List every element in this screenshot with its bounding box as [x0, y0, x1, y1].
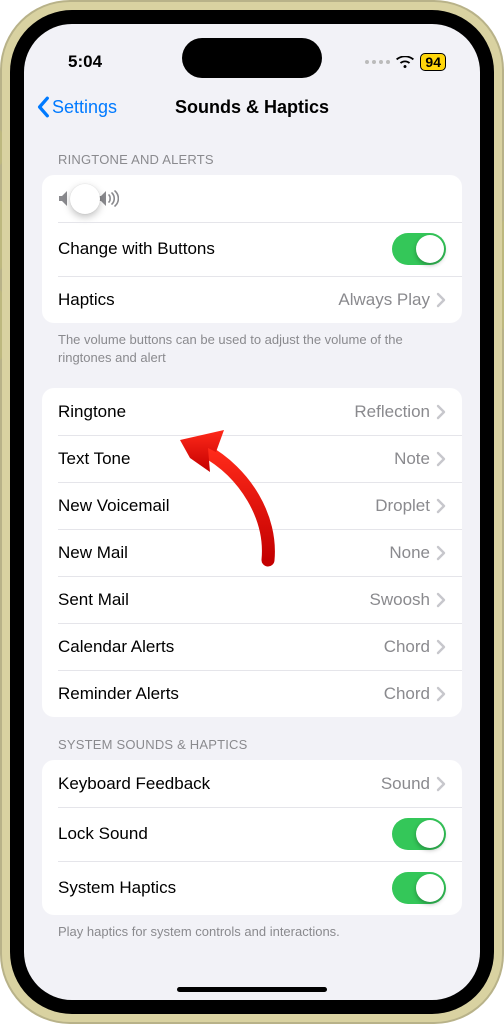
row-change-with-buttons[interactable]: Change with Buttons [42, 222, 462, 276]
chevron-left-icon [36, 96, 52, 118]
label: Sent Mail [58, 590, 129, 610]
volume-slider-row [42, 175, 462, 222]
value: Swoosh [370, 590, 436, 610]
label: Reminder Alerts [58, 684, 179, 704]
group-sound-options: Ringtone Reflection Text Tone Note New Voice… [42, 388, 462, 717]
value: Note [394, 449, 436, 469]
label-system-haptics: System Haptics [58, 878, 176, 898]
row-sent-mail[interactable]: Sent Mail Swoosh [42, 576, 462, 623]
row-ringtone[interactable]: Ringtone Reflection [42, 388, 462, 435]
section-footer-system: Play haptics for system controls and int… [42, 915, 462, 941]
battery-indicator: 94 [420, 53, 446, 71]
row-haptics[interactable]: Haptics Always Play [42, 276, 462, 323]
chevron-right-icon [436, 404, 446, 420]
label-change-with-buttons: Change with Buttons [58, 239, 215, 259]
label: New Mail [58, 543, 128, 563]
volume-down-button [0, 290, 2, 360]
row-reminder-alerts[interactable]: Reminder Alerts Chord [42, 670, 462, 717]
value-haptics: Always Play [338, 290, 436, 310]
wifi-icon [396, 56, 414, 69]
row-new-mail[interactable]: New Mail None [42, 529, 462, 576]
status-time: 5:04 [68, 52, 102, 72]
nav-bar: Settings Sounds & Haptics [24, 82, 480, 132]
chevron-right-icon [436, 639, 446, 655]
chevron-right-icon [436, 292, 446, 308]
label: Ringtone [58, 402, 126, 422]
chevron-right-icon [436, 498, 446, 514]
toggle-change-with-buttons[interactable] [392, 233, 446, 265]
silence-switch [0, 130, 2, 165]
row-calendar-alerts[interactable]: Calendar Alerts Chord [42, 623, 462, 670]
phone-frame: 5:04 94 Settings Sounds & Haptics RINGTO… [0, 0, 504, 1024]
value: Chord [384, 637, 436, 657]
home-indicator[interactable] [177, 987, 327, 992]
toggle-lock-sound[interactable] [392, 818, 446, 850]
page-title: Sounds & Haptics [175, 97, 329, 118]
screen: 5:04 94 Settings Sounds & Haptics RINGTO… [24, 24, 480, 1000]
slider-thumb[interactable] [70, 184, 100, 214]
volume-up-button [0, 200, 2, 270]
row-system-haptics[interactable]: System Haptics [42, 861, 462, 915]
speaker-max-icon [97, 190, 119, 207]
cellular-icon [365, 60, 390, 64]
group-system-sounds: Keyboard Feedback Sound Lock Sound Syste… [42, 760, 462, 915]
value: None [389, 543, 436, 563]
label: New Voicemail [58, 496, 170, 516]
label-keyboard: Keyboard Feedback [58, 774, 210, 794]
value: Chord [384, 684, 436, 704]
label-haptics: Haptics [58, 290, 115, 310]
section-header-ringtone: RINGTONE AND ALERTS [42, 132, 462, 175]
dynamic-island [182, 38, 322, 78]
chevron-right-icon [436, 686, 446, 702]
label: Text Tone [58, 449, 130, 469]
toggle-system-haptics[interactable] [392, 872, 446, 904]
chevron-right-icon [436, 451, 446, 467]
label: Calendar Alerts [58, 637, 174, 657]
section-header-system: SYSTEM SOUNDS & HAPTICS [42, 717, 462, 760]
chevron-right-icon [436, 592, 446, 608]
value-keyboard: Sound [381, 774, 436, 794]
row-lock-sound[interactable]: Lock Sound [42, 807, 462, 861]
chevron-right-icon [436, 545, 446, 561]
group-ringtone-alerts: Change with Buttons Haptics Always Play [42, 175, 462, 323]
back-button[interactable]: Settings [36, 96, 117, 118]
section-footer-ringtone: The volume buttons can be used to adjust… [42, 323, 462, 366]
label-lock-sound: Lock Sound [58, 824, 148, 844]
row-new-voicemail[interactable]: New Voicemail Droplet [42, 482, 462, 529]
value: Droplet [375, 496, 436, 516]
row-text-tone[interactable]: Text Tone Note [42, 435, 462, 482]
value: Reflection [354, 402, 436, 422]
content-scroll[interactable]: RINGTONE AND ALERTS Change with Buttons [24, 132, 480, 1000]
chevron-right-icon [436, 776, 446, 792]
back-label: Settings [52, 97, 117, 118]
row-keyboard-feedback[interactable]: Keyboard Feedback Sound [42, 760, 462, 807]
